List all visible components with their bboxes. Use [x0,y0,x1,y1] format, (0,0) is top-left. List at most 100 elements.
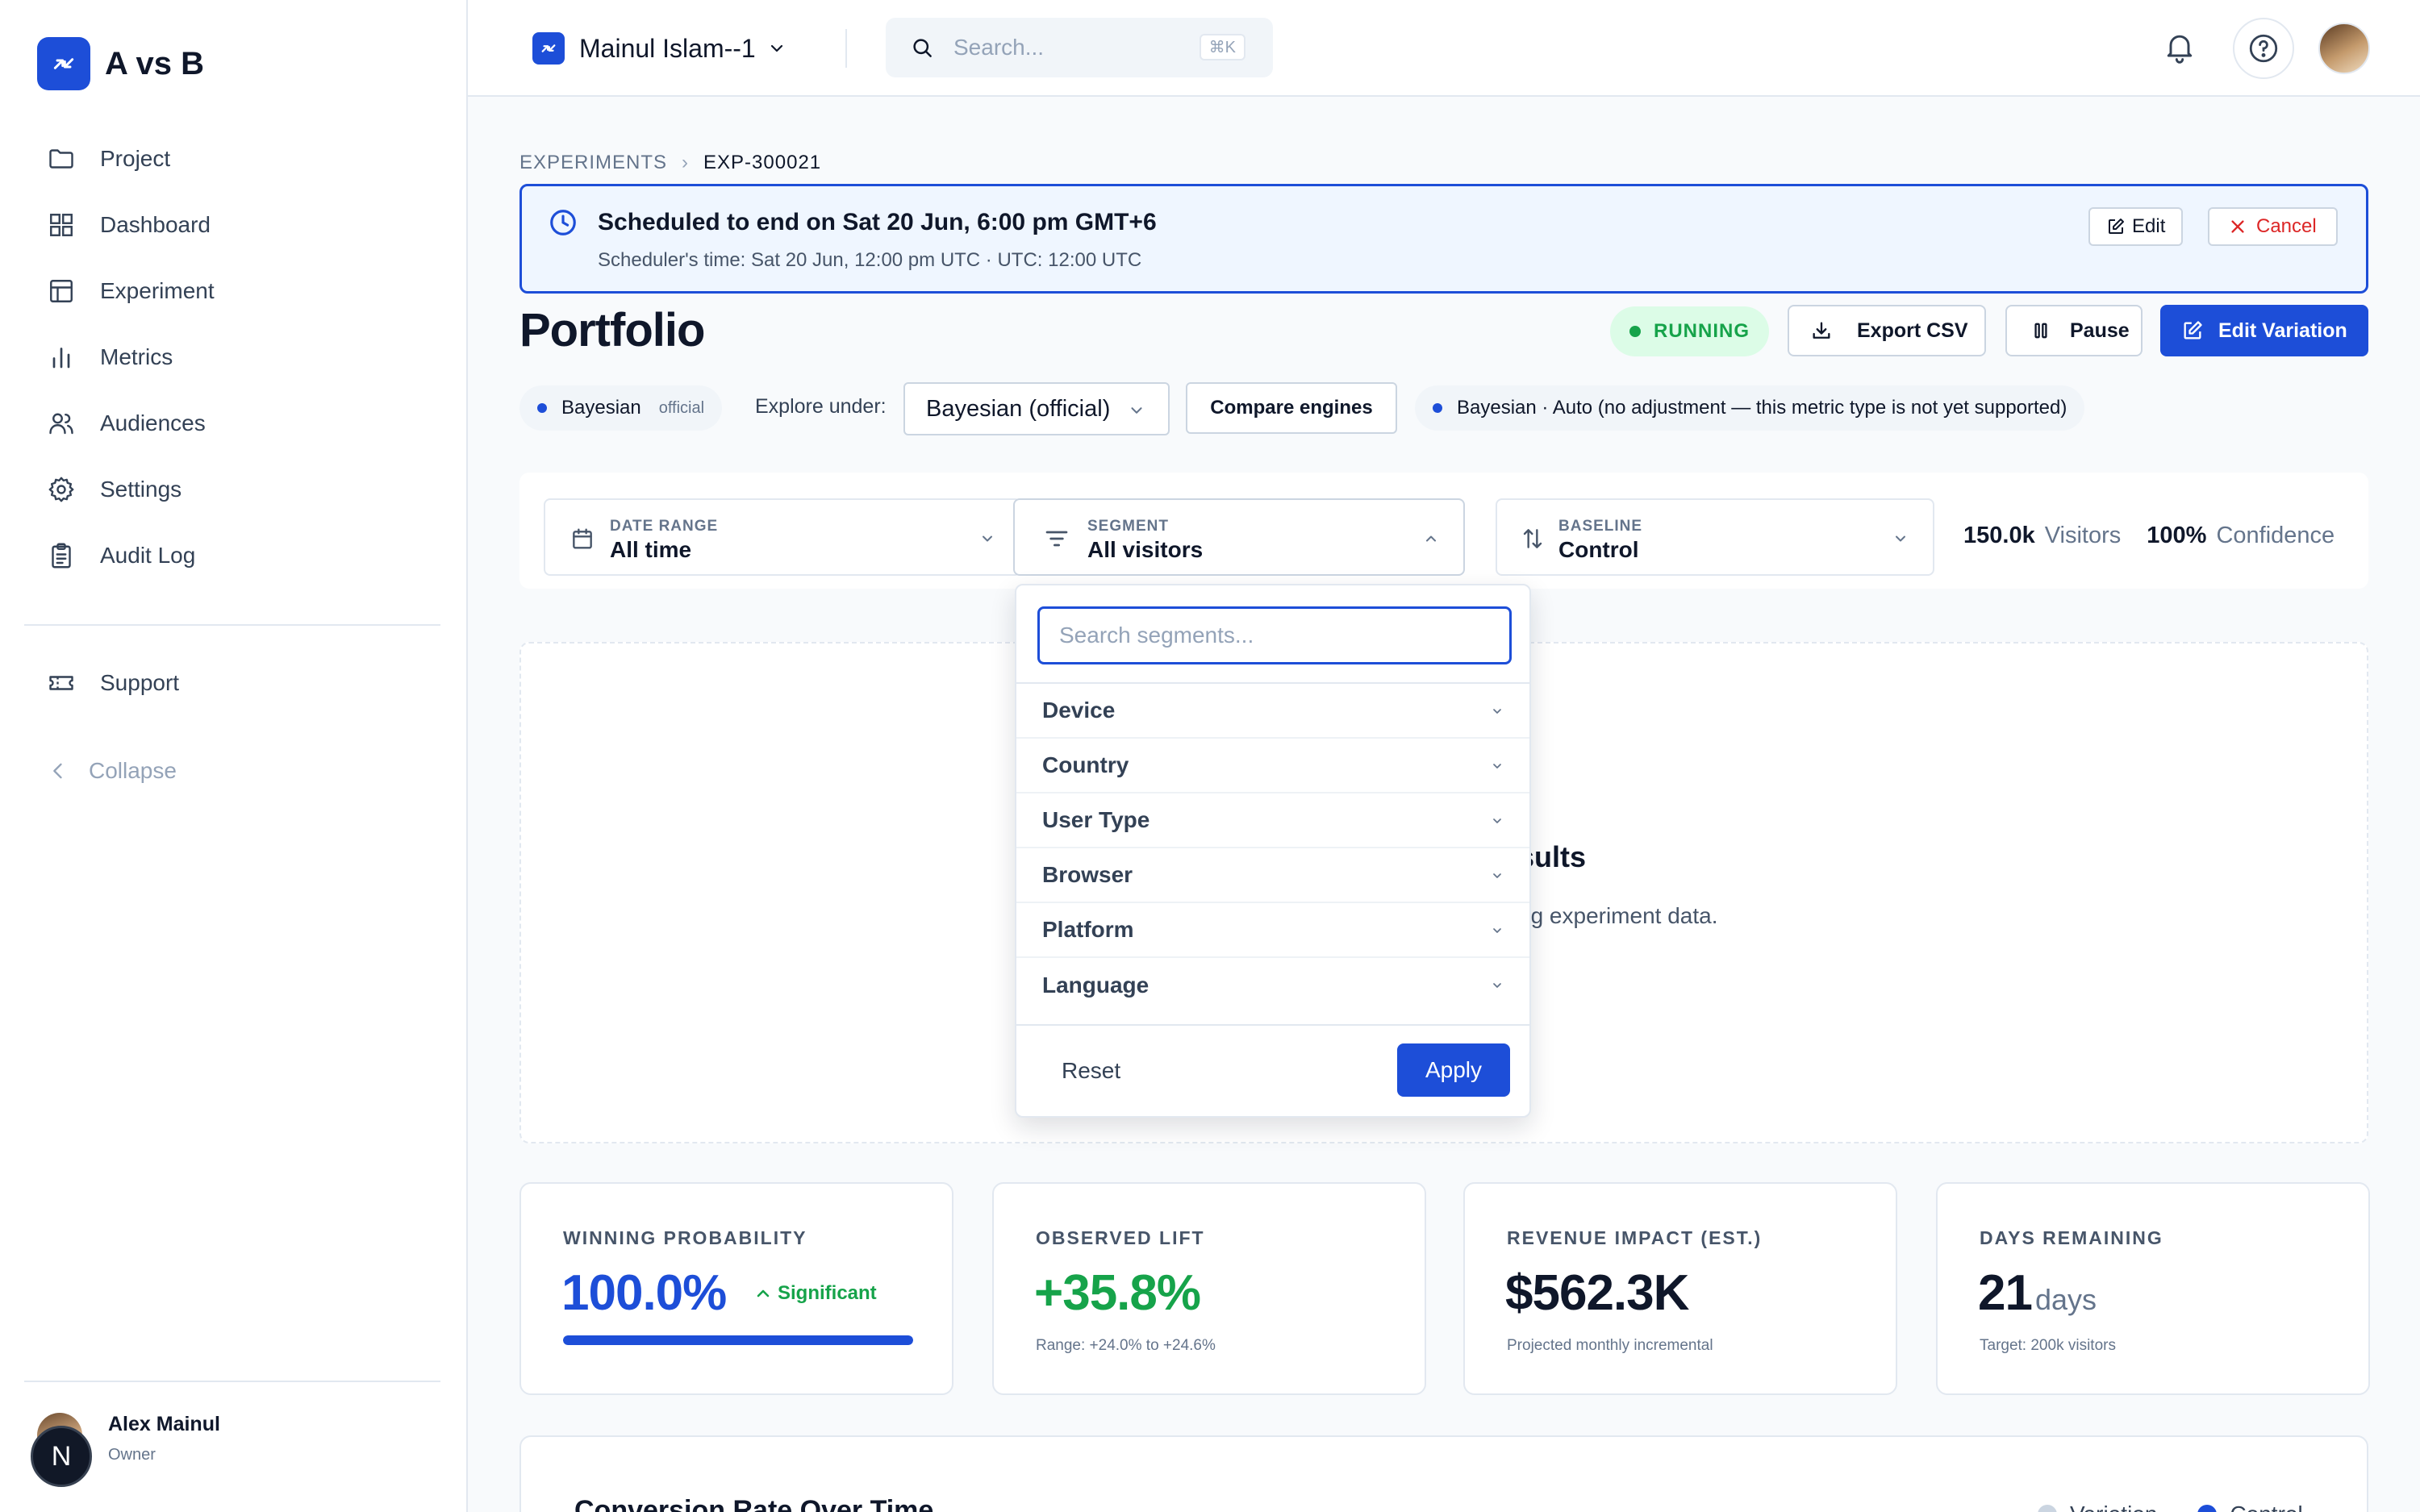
sidebar-item-label: Settings [100,477,182,502]
segment-group-country[interactable]: Country [1016,739,1529,793]
breadcrumb-section[interactable]: EXPERIMENTS [519,152,667,174]
user-profile[interactable]: N Alex Mainul Owner [31,1413,220,1487]
date-range-select[interactable]: DATE RANGE All time [544,498,1021,576]
bar-chart-icon [52,348,70,369]
sidebar-item-project[interactable]: Project [24,126,444,192]
kpi-value: $562.3K [1505,1265,1689,1321]
global-search[interactable]: Search... ⌘K [886,18,1273,77]
segment-group-user-type[interactable]: User Type [1016,793,1529,848]
sidebar-item-label: Support [100,670,180,695]
workspace-name: Mainul Islam--1 [579,33,756,63]
segment-group-platform[interactable]: Platform [1016,903,1529,958]
collapse-label: Collapse [89,758,177,783]
schedule-cancel-button[interactable]: Cancel [2208,207,2338,246]
explore-engine-value: Bayesian (official) [926,395,1111,422]
sidebar-item-audiences[interactable]: Audiences [24,390,444,456]
winning-progress-fill [563,1335,913,1345]
status-dot-icon [1629,326,1641,337]
kpi-winning-probability: WINNING PROBABILITY 100.0% Significant [519,1182,953,1395]
legend-label-control[interactable]: Control [2230,1502,2302,1512]
gear-icon [48,477,74,502]
compare-engines-button[interactable]: Compare engines [1186,382,1397,434]
export-csv-label: Export CSV [1857,319,1968,342]
sidebar-item-metrics[interactable]: Metrics [24,324,444,390]
search-placeholder: Search... [953,35,1045,60]
chevron-down-icon [1493,983,1501,988]
kpi-label: WINNING PROBABILITY [563,1227,807,1248]
help-button[interactable] [2233,18,2294,79]
explore-engine-select[interactable]: Bayesian (official) [903,382,1170,435]
kpi-label: OBSERVED LIFT [1036,1227,1205,1248]
kpi-subtext: Range: +24.0% to +24.6% [1036,1337,1216,1354]
chart-legend: Variation Control [2038,1502,2303,1512]
sidebar-item-dashboard[interactable]: Dashboard [24,192,444,258]
winning-progress-bar [563,1335,913,1345]
segment-group-label: Country [1042,752,1129,777]
sidebar: A vs B Project Dashboard Experiment Metr… [0,0,468,1512]
segment-reset-button[interactable]: Reset [1062,1058,1120,1084]
segment-select[interactable]: SEGMENT All visitors [1013,498,1465,576]
schedule-edit-button[interactable]: Edit [2088,207,2184,246]
sidebar-divider [24,624,440,626]
edit-variation-label: Edit Variation [2218,319,2347,342]
bell-icon[interactable] [2162,29,2197,65]
collapse-button[interactable]: Collapse [47,758,177,784]
segment-group-label: Language [1042,973,1150,998]
app-name: A vs B [105,45,205,81]
baseline-value: Control [1558,537,1639,562]
sidebar-item-label: Metrics [100,344,173,369]
legend-label-variation[interactable]: Variation [2070,1502,2157,1512]
sidebar-item-audit-log[interactable]: Audit Log [24,523,444,589]
edit-variation-button[interactable]: Edit Variation [2160,305,2368,356]
sidebar-item-label: Project [100,146,171,171]
kpi-subtext: Target: 200k visitors [1980,1337,2116,1354]
status-badge: RUNNING [1610,306,1769,356]
sidebar-item-settings[interactable]: Settings [24,456,444,523]
chevron-down-icon [1493,709,1501,714]
sidebar-item-experiment[interactable]: Experiment [24,258,444,324]
chevron-down-icon [1131,407,1142,414]
top-bar: Mainul Islam--1 Search... ⌘K [468,0,2420,97]
baseline-select[interactable]: BASELINE Control [1496,498,1934,576]
segment-group-language[interactable]: Language [1016,958,1529,1013]
ticket-icon [49,676,73,690]
segment-label: SEGMENT [1087,518,1169,535]
breadcrumb: EXPERIMENTS › EXP-300021 [519,152,821,174]
filter-bar: DATE RANGE All time SEGMENT All visitors… [519,473,2368,589]
kpi-label: REVENUE IMPACT (EST.) [1507,1227,1763,1248]
schedule-subtitle: Scheduler's time: Sat 20 Jun, 12:00 pm U… [598,249,1142,271]
segment-apply-button[interactable]: Apply [1397,1043,1510,1097]
segment-group-label: Browser [1042,862,1133,887]
download-icon [1813,322,1830,339]
segment-group-browser[interactable]: Browser [1016,848,1529,903]
results-empty-subtitle: ng experiment data. [1518,903,1718,928]
avatar[interactable] [2318,23,2370,74]
schedule-banner: Scheduled to end on Sat 20 Jun, 6:00 pm … [519,184,2368,294]
kpi-revenue-impact: REVENUE IMPACT (EST.) $562.3K Projected … [1463,1182,1897,1395]
kpi-value: 21 days [1978,1264,2097,1322]
edit-icon [2109,219,2124,234]
chevron-down-icon [1493,818,1501,823]
sidebar-item-label: Audiences [100,410,206,435]
explore-label: Explore under: [755,395,887,418]
segment-group-device[interactable]: Device [1016,684,1529,739]
app-logo[interactable]: A vs B [37,37,204,90]
engine-note: Bayesian · Auto (no adjustment — this me… [1415,385,2085,431]
date-range-label: DATE RANGE [610,518,719,535]
workspace-switcher[interactable]: Mainul Islam--1 [532,32,786,65]
export-csv-button[interactable]: Export CSV [1788,305,1986,356]
segment-group-list: Device Country User Type Browser Platfor… [1016,684,1529,1013]
date-range-value: All time [610,537,692,562]
filter-icon [1045,531,1068,547]
sidebar-item-label: Experiment [100,278,215,303]
summary-stats: 150.0k Visitors 100% Confidence [1963,523,2334,549]
chevron-left-icon [53,763,62,779]
legend-dot-variation [2038,1505,2057,1512]
pause-button[interactable]: Pause [2005,305,2143,356]
user-role: Owner [108,1446,156,1464]
segment-search-input[interactable] [1037,606,1512,664]
sidebar-item-support[interactable]: Support [24,650,444,716]
chart-title: Conversion Rate Over Time [574,1495,934,1512]
engine-chip-tag: official [658,398,705,417]
page-title: Portfolio [519,304,705,356]
